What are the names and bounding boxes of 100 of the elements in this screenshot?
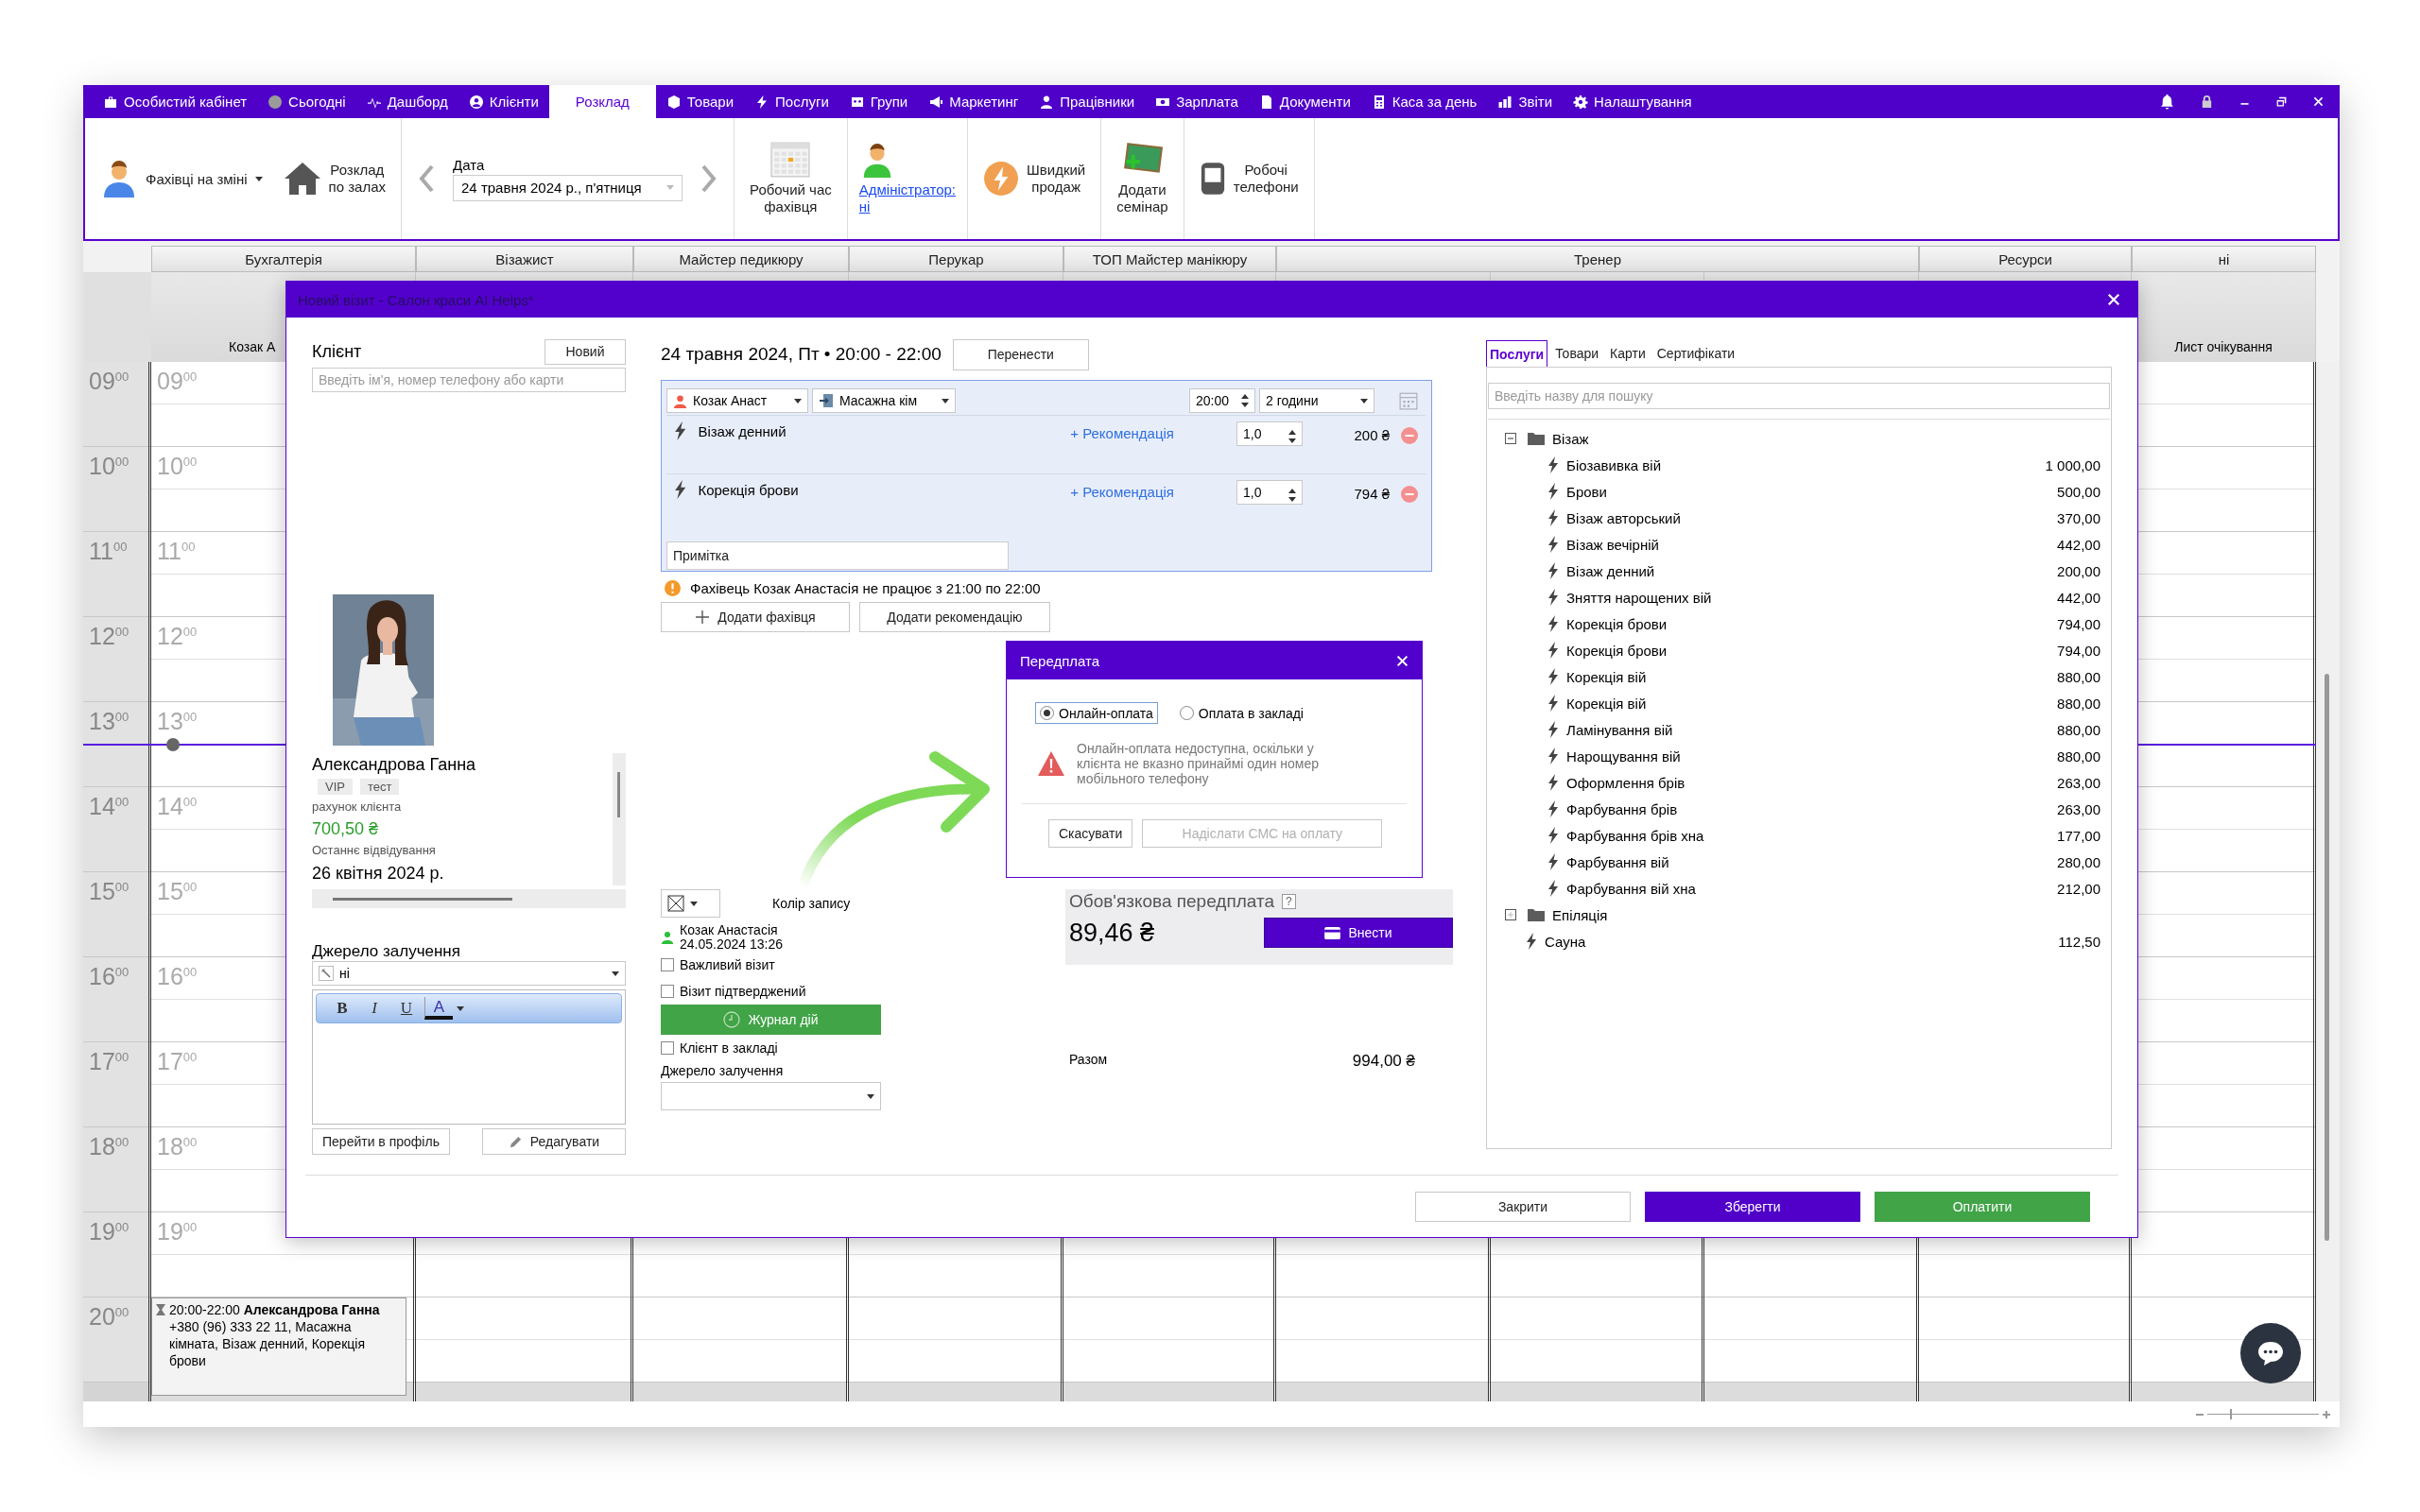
nav-tab[interactable]: Товари (655, 85, 745, 118)
nav-tab[interactable]: Клієнти (458, 85, 549, 118)
quantity-spinner[interactable]: 1,0 (1236, 480, 1303, 505)
note-field[interactable]: Примітка (666, 541, 1009, 570)
color-dropdown[interactable] (661, 889, 720, 918)
add-seminar-button[interactable]: Додати семінар (1113, 142, 1172, 215)
close-icon[interactable] (2312, 95, 2325, 108)
payment-radio[interactable]: Оплата в закладі (1174, 702, 1308, 724)
new-client-button[interactable]: Новий (544, 338, 626, 365)
category-name[interactable]: Епіляція (1552, 906, 2100, 923)
working-time-button[interactable]: Робочий час фахівця (746, 142, 836, 215)
nav-tab[interactable]: Налаштування (1563, 85, 1703, 118)
source-dropdown[interactable]: ні (312, 961, 626, 986)
catalog-tab[interactable]: Послуги (1486, 340, 1548, 367)
format-button[interactable]: I (360, 998, 389, 1019)
zoom-in-icon[interactable] (2323, 1410, 2330, 1418)
catalog-tab[interactable]: Товари (1551, 340, 1603, 367)
nav-tab[interactable]: Послуги (744, 85, 839, 118)
format-button[interactable]: U (392, 998, 421, 1019)
nav-tab[interactable]: Розклад (548, 85, 656, 118)
visit-checkbox[interactable]: Важливий візит (661, 952, 881, 978)
service-name[interactable]: Ламінування вій (1566, 721, 2050, 738)
profile-button[interactable]: Перейти в профіль (312, 1128, 450, 1155)
deposit-button[interactable]: Внести (1264, 918, 1453, 948)
nav-tab[interactable]: Маркетинг (918, 85, 1029, 118)
service-name[interactable]: Фарбування брів (1566, 800, 2050, 817)
quick-sale-button[interactable]: Швидкий продаж (979, 161, 1090, 197)
service-name[interactable]: Фарбування брів хна (1566, 827, 2050, 844)
lock-icon[interactable] (2200, 94, 2214, 109)
help-button[interactable]: ? (1282, 894, 1296, 909)
notes-editor[interactable]: B I U A (312, 989, 626, 1125)
catalog-tab[interactable]: Карти (1606, 340, 1650, 367)
nav-tab[interactable]: Сьогодні (257, 85, 356, 118)
restore-icon[interactable] (2275, 95, 2288, 108)
service-name[interactable]: Корекція вій (1566, 695, 2050, 712)
plus-icon (695, 610, 711, 625)
service-name[interactable]: Фарбування вій (1566, 853, 2050, 870)
room-dropdown[interactable]: Масажна кім (812, 388, 956, 413)
reschedule-button[interactable]: Перенести (952, 338, 1089, 370)
collapse-icon[interactable] (1505, 433, 1516, 444)
payment-radio[interactable]: Онлайн-оплата (1035, 702, 1158, 724)
service-name[interactable]: Нарощування вій (1566, 747, 2050, 765)
service-name[interactable]: Брови (1566, 483, 2050, 500)
catalog-tab[interactable]: Сертифікати (1652, 340, 1739, 367)
calendar-icon (770, 142, 811, 178)
service-name[interactable]: Оформлення брів (1566, 774, 2050, 791)
nav-tab[interactable]: Працівники (1028, 85, 1146, 118)
edit-button[interactable]: Редагувати (482, 1128, 626, 1155)
hourglass-icon (156, 1304, 165, 1315)
duration-dropdown[interactable]: 2 години (1259, 388, 1374, 413)
service-name[interactable]: Сауна (1545, 933, 2051, 950)
dialog-button[interactable]: Закрити (1415, 1191, 1631, 1222)
add-specialist-button[interactable]: Додати фахівця (661, 602, 850, 632)
service-name[interactable]: Візаж денний (1566, 562, 2050, 579)
nav-tab[interactable]: Каса за день (1360, 85, 1488, 118)
close-icon[interactable] (2107, 293, 2120, 306)
add-recommendation-button[interactable]: Додати рекомендацію (859, 602, 1050, 632)
halls-schedule-button[interactable]: Розклад по залах (279, 160, 390, 198)
service-name[interactable]: Корекція вій (1566, 668, 2050, 685)
service-name[interactable]: Корекція брови (1566, 642, 2050, 659)
expand-icon[interactable] (1505, 909, 1516, 920)
nav-tab[interactable]: Особистий кабінет (93, 85, 258, 118)
scrollbar[interactable] (312, 889, 626, 908)
department-header: Візажист (416, 246, 633, 272)
service-name[interactable]: Корекція брови (1566, 615, 2050, 632)
date-dropdown[interactable]: 24 травня 2024 р., п'ятниця (453, 174, 683, 201)
client-search-field[interactable]: Введіть ім'я, номер телефону або карти (312, 368, 626, 392)
service-name[interactable]: Зняття нарощених вій (1566, 589, 2050, 606)
service-name[interactable]: Фарбування вій хна (1566, 880, 2050, 897)
nav-tab[interactable]: Документи (1248, 85, 1361, 118)
cancel-button[interactable]: Скасувати (1048, 819, 1133, 848)
format-button[interactable]: B (328, 998, 356, 1019)
close-icon[interactable] (1396, 654, 1409, 667)
category-name[interactable]: Візаж (1552, 430, 2100, 447)
service-name[interactable]: Візаж вечірній (1566, 536, 2050, 553)
nav-tab[interactable]: Дашборд (355, 85, 458, 118)
work-phones-button[interactable]: Робочі телефони (1195, 161, 1303, 197)
bell-icon[interactable] (2159, 94, 2175, 110)
time-spinner[interactable]: 20:00 (1189, 388, 1255, 413)
service-name[interactable]: Візаж авторський (1566, 509, 2050, 526)
specialist-dropdown[interactable]: Козак Анаст (666, 388, 808, 413)
caret-icon (254, 176, 263, 181)
scrollbar[interactable] (613, 753, 626, 885)
in-salon-checkbox[interactable]: Клієнт в закладі (661, 1035, 881, 1061)
visit-checkbox[interactable]: Візит підтверджений (661, 978, 881, 1005)
nav-tab[interactable]: Зарплата (1145, 85, 1249, 118)
quantity-spinner[interactable]: 1,0 (1236, 421, 1303, 446)
administrator-link[interactable]: Адміністратор: ні (858, 181, 957, 215)
recommendation-link[interactable]: + Рекомендація (1070, 425, 1174, 441)
appointment-card[interactable]: 20:00-22:00 Александрова Ганна +380 (96) 333 22 11, Масажна кімната, Візаж денний, Корекція брови (151, 1297, 406, 1396)
nav-tab[interactable]: Групи (838, 85, 919, 118)
recommendation-link[interactable]: + Рекомендація (1070, 484, 1174, 500)
format-button[interactable]: A (424, 997, 453, 1020)
nav-tab[interactable]: Звіти (1487, 85, 1564, 118)
dialog-button[interactable]: Зберегти (1645, 1191, 1860, 1222)
staff-shift-button[interactable]: Фахівці на зміні (96, 160, 267, 198)
catalog-search-field[interactable]: Введіть назву для пошуку (1488, 383, 2110, 409)
department-header: Перукар (849, 246, 1063, 272)
schedule-column[interactable] (2132, 362, 2316, 1401)
service-name[interactable]: Біозавивка вій (1566, 456, 2038, 473)
